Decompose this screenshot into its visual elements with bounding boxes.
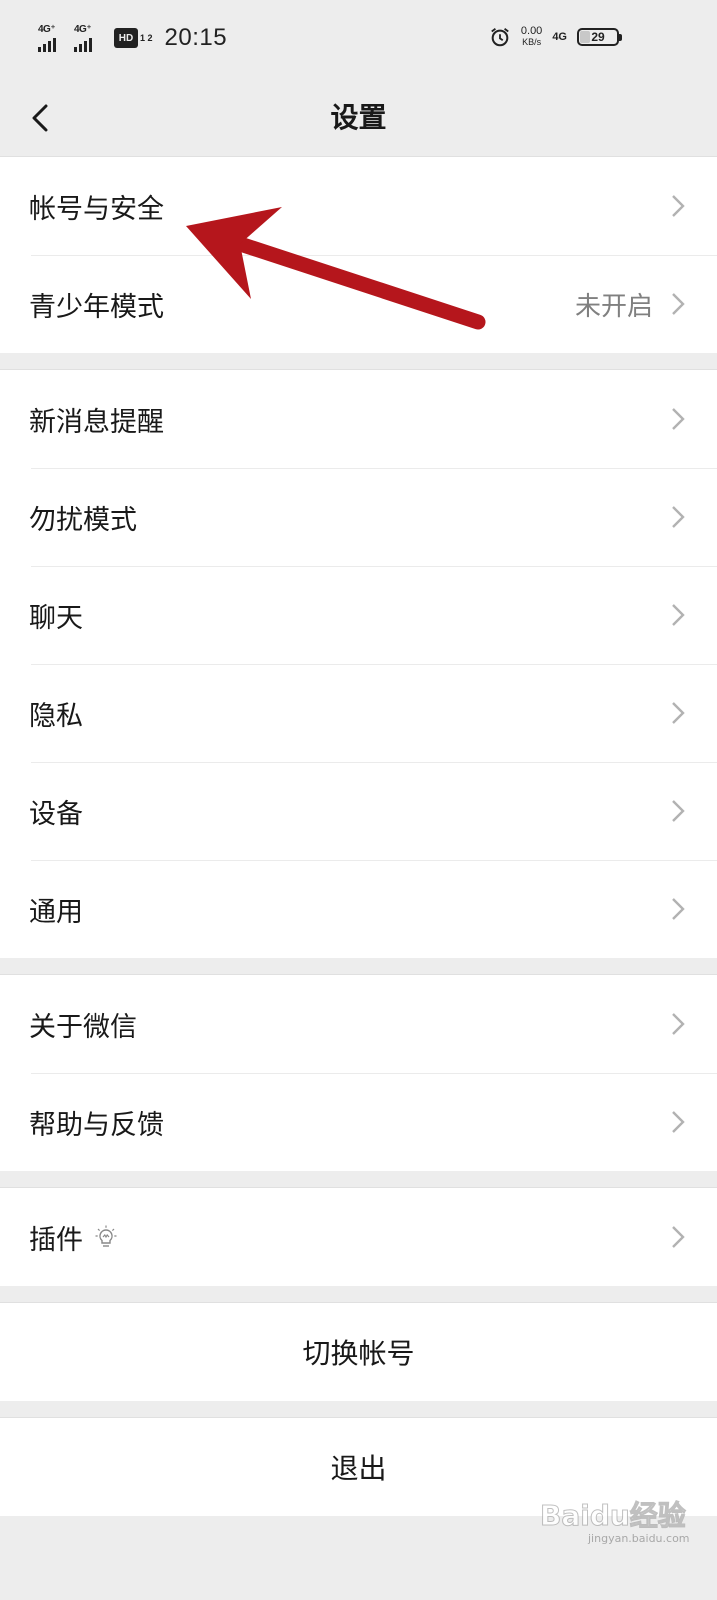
status-bar: 4G⁺ 4G⁺ HD 1 2 20:15 0.00 KB/s 4G 29 [0, 0, 717, 80]
chevron-right-icon [672, 408, 685, 430]
signal-sim2-icon: 4G⁺ [74, 24, 106, 52]
chevron-right-icon [672, 1013, 685, 1035]
settings-item-account-security[interactable]: 帐号与安全 [0, 157, 717, 255]
settings-item-general[interactable]: 通用 [0, 860, 717, 958]
chevron-right-icon [672, 898, 685, 920]
network-4g-icon: 4G [552, 30, 567, 43]
settings-item-label: 插件 [29, 1224, 83, 1256]
alarm-icon [491, 28, 509, 47]
settings-item-privacy[interactable]: 隐私 [0, 664, 717, 762]
teen-mode-status: 未开启 [574, 291, 653, 322]
chevron-right-icon [672, 293, 685, 315]
switch-account-group: 切换帐号 [0, 1302, 717, 1401]
chevron-right-icon [672, 702, 685, 724]
settings-item-devices[interactable]: 设备 [0, 762, 717, 860]
settings-item-label: 设备 [29, 798, 83, 830]
settings-group-account: 帐号与安全 青少年模式 未开启 [0, 156, 717, 353]
hd-sub-label: 1 2 [140, 32, 153, 43]
chevron-right-icon [672, 195, 685, 217]
settings-item-label: 新消息提醒 [29, 406, 164, 438]
settings-item-label: 聊天 [29, 602, 83, 634]
chevron-right-icon [672, 800, 685, 822]
settings-item-chat[interactable]: 聊天 [0, 566, 717, 664]
settings-item-plugins[interactable]: 插件 [0, 1188, 717, 1286]
settings-item-help-feedback[interactable]: 帮助与反馈 [0, 1073, 717, 1171]
settings-group-about: 关于微信 帮助与反馈 [0, 974, 717, 1171]
settings-item-teen-mode[interactable]: 青少年模式 未开启 [0, 255, 717, 353]
clock: 20:15 [164, 24, 228, 51]
settings-item-do-not-disturb[interactable]: 勿扰模式 [0, 468, 717, 566]
chevron-right-icon [672, 506, 685, 528]
signal-sim1-icon: 4G⁺ [38, 24, 70, 52]
chevron-right-icon [672, 1111, 685, 1133]
settings-item-label: 通用 [29, 896, 83, 928]
settings-group-plugins: 插件 [0, 1187, 717, 1286]
network-speed: 0.00 KB/s [520, 25, 543, 48]
settings-item-label: 关于微信 [29, 1011, 137, 1043]
chevron-right-icon [672, 1226, 685, 1248]
settings-item-label: 隐私 [29, 700, 83, 732]
hd-voice-icon: HD [114, 28, 138, 48]
settings-group-general: 新消息提醒 勿扰模式 聊天 隐私 设备 通用 [0, 369, 717, 958]
switch-account-button[interactable]: 切换帐号 [0, 1303, 717, 1401]
page-title: 设置 [330, 101, 387, 134]
watermark-url: jingyan.baidu.com [588, 1532, 690, 1545]
watermark-logo: Baidu经验 [540, 1499, 687, 1533]
settings-item-notifications[interactable]: 新消息提醒 [0, 370, 717, 468]
settings-item-label: 勿扰模式 [29, 504, 137, 536]
battery-icon: 29 [577, 28, 622, 46]
settings-item-about-wechat[interactable]: 关于微信 [0, 975, 717, 1073]
settings-item-label: 帮助与反馈 [29, 1109, 164, 1141]
settings-item-label: 青少年模式 [29, 291, 164, 323]
chevron-right-icon [672, 604, 685, 626]
nav-bar: 设置 [0, 80, 717, 156]
settings-item-label: 帐号与安全 [29, 193, 164, 225]
lightbulb-icon [95, 1225, 117, 1247]
